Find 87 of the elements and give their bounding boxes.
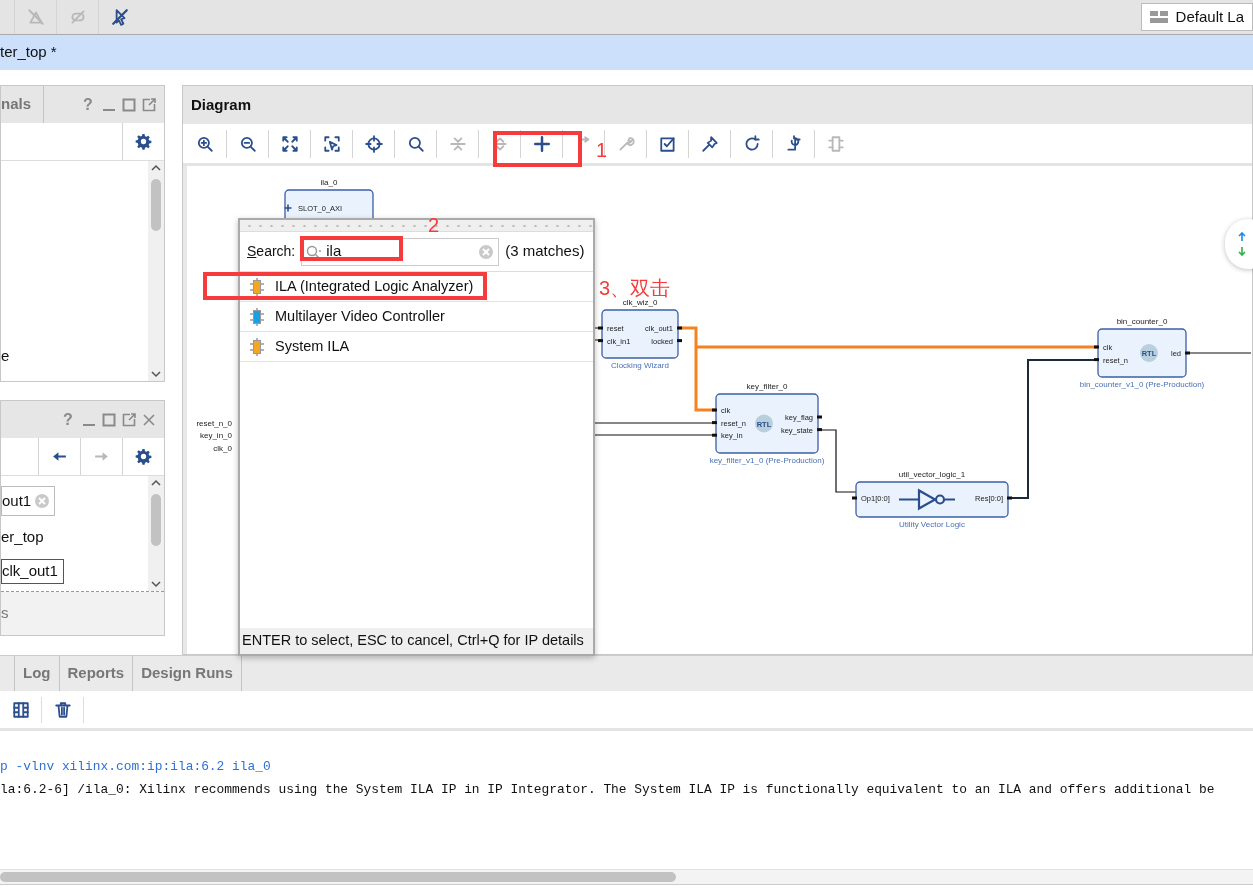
port-pin: [712, 408, 717, 412]
panel-title: Diagram: [191, 94, 252, 115]
hint-text: ENTER to select, ESC to cancel, Ctrl+Q for IP details: [242, 631, 584, 651]
port-pin: [1094, 358, 1099, 362]
tree-item[interactable]: e: [1, 344, 148, 367]
inverter-symbol: [897, 489, 957, 511]
console-line: p -vlnv xilinx.com:ip:ila:6.2 ila_0: [0, 758, 272, 776]
plus-icon[interactable]: [283, 203, 293, 213]
port-pin: [1007, 496, 1012, 500]
port-pin: [1185, 351, 1190, 355]
ip-block[interactable]: [1097, 328, 1187, 378]
drag-handle[interactable]: [240, 220, 593, 232]
port-pin: [712, 421, 717, 425]
trash-icon[interactable]: [53, 700, 72, 719]
scroll-thumb[interactable]: [151, 494, 161, 546]
zoom-in-icon[interactable]: [196, 134, 214, 153]
scroll-up-icon[interactable]: [151, 164, 161, 171]
search-icon: [306, 244, 323, 259]
fit-view-icon[interactable]: [280, 134, 299, 153]
float-icon[interactable]: [142, 97, 156, 112]
ip-list-item[interactable]: System ILA: [240, 332, 593, 362]
block-name: util_vector_logic_1: [898, 470, 966, 479]
tree-item[interactable]: er_top: [1, 526, 44, 549]
scroll-thumb[interactable]: [151, 179, 161, 231]
port-pin: [852, 496, 857, 500]
checkbox-icon[interactable]: [658, 134, 677, 153]
ip-block[interactable]: [715, 393, 819, 454]
maximize-icon[interactable]: [122, 97, 136, 112]
scroll-down-icon[interactable]: [151, 581, 161, 588]
port-label: clk_0: [213, 444, 232, 453]
port-pin: [712, 433, 717, 437]
section-label[interactable]: s: [1, 602, 9, 625]
port-pin: [677, 339, 682, 343]
annotation-text: 3、双击: [599, 278, 671, 298]
port-pin: [677, 326, 682, 330]
scroll-up-icon[interactable]: [151, 479, 161, 486]
block-subtitle: Clocking Wizard: [611, 361, 669, 370]
scroll-down-icon[interactable]: [151, 371, 161, 378]
down-arrow-icon[interactable]: [1238, 247, 1246, 256]
filter-field[interactable]: out1: [1, 486, 56, 516]
scrollbar[interactable]: [148, 476, 164, 591]
inverter-bubble: [934, 494, 946, 505]
port-pin: [598, 339, 603, 343]
up-arrow-icon[interactable]: [1238, 232, 1246, 241]
add-icon[interactable]: [532, 134, 551, 153]
close-icon[interactable]: [142, 412, 156, 427]
panel-tab[interactable]: Reports: [58, 656, 134, 691]
match-count: (3 matches): [505, 241, 585, 262]
select-area-icon[interactable]: [322, 134, 341, 153]
layout-selector[interactable]: Default La: [1140, 3, 1253, 31]
block-subtitle: Utility Vector Logic: [899, 520, 965, 529]
settings-icon[interactable]: [135, 133, 152, 150]
block-name: clk_wiz_0: [622, 298, 658, 307]
annotation-text: 1: [596, 140, 608, 160]
layout-icon: [1149, 10, 1168, 24]
ip-block[interactable]: [601, 309, 679, 359]
block-subtitle: key_filter_v1_0 (Pre-Production): [709, 456, 825, 465]
port-label: key_in_0: [199, 431, 232, 440]
float-icon[interactable]: [122, 412, 136, 427]
pin-icon[interactable]: [700, 134, 719, 153]
horizontal-scrollbar[interactable]: [0, 869, 1253, 885]
block-name: bin_counter_0: [1116, 317, 1168, 326]
port-pin: [598, 326, 603, 330]
block-name: key_filter_0: [746, 382, 788, 391]
port-pin: [817, 415, 822, 419]
scrollbar[interactable]: [148, 161, 164, 381]
port-pin: [1094, 345, 1099, 349]
search-icon[interactable]: [406, 134, 425, 153]
maximize-icon[interactable]: [102, 412, 116, 427]
crosshair-icon[interactable]: [364, 134, 383, 153]
ip-list-item[interactable]: Multilayer Video Controller: [240, 302, 593, 332]
zoom-out-icon[interactable]: [238, 134, 257, 153]
panel-tab[interactable]: Log: [14, 656, 60, 691]
annotation-text: 2: [428, 215, 440, 235]
ip-block[interactable]: [855, 481, 1009, 518]
document-tab[interactable]: ter_top *: [0, 41, 57, 64]
port-label: reset_n_0: [196, 419, 232, 428]
console-line: la:6.2-6] /ila_0: Xilinx recommends using the System ILA IP in IP Integrator. The System ILA IP is functionally equivalent to an ILA and offers additional be: [0, 781, 1216, 799]
search-label: Search:: [247, 242, 296, 261]
slashed-cursor-icon[interactable]: [110, 8, 129, 26]
block-name: ila_0: [320, 178, 338, 187]
value-field[interactable]: clk_out1: [1, 558, 64, 584]
settings-icon[interactable]: [135, 448, 152, 465]
panel-tab[interactable]: Design Runs: [132, 656, 242, 691]
port-pin: [817, 428, 822, 432]
columns-icon[interactable]: [11, 700, 30, 719]
block-subtitle: bin_counter_v1_0 (Pre-Production): [1079, 380, 1205, 389]
